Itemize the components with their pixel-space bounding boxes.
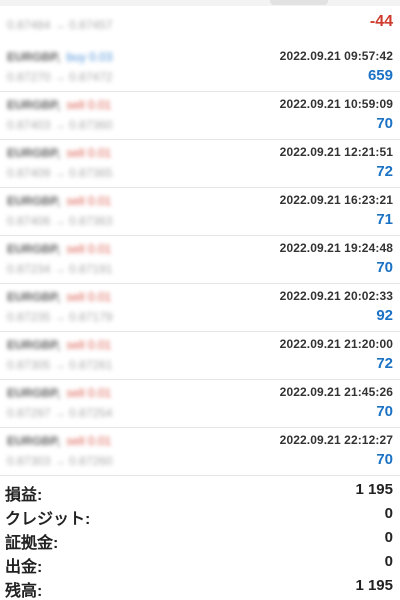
summary-value-profit: 1 195	[355, 481, 393, 498]
trade-direction: sell 0.01	[66, 338, 112, 352]
trade-time: 2022.09.21 21:45:26	[279, 385, 393, 399]
trade-row[interactable]: EURGBP, sell 0.01 0.87403 → 0.87360 2022…	[0, 92, 400, 140]
trade-prices: 0.87270 → 0.87472	[7, 70, 113, 84]
trade-header: EURGBP, sell 0.01	[7, 338, 111, 352]
trade-header: EURGBP, sell 0.01	[7, 242, 111, 256]
summary-row-balance: 残高: 1 195	[0, 573, 400, 600]
trade-direction: sell 0.01	[66, 242, 112, 256]
trade-time: 2022.09.21 22:12:27	[279, 433, 393, 447]
trade-profit: 70	[376, 451, 393, 468]
trade-symbol: EURGBP,	[7, 290, 61, 304]
trade-header: EURGBP, sell 0.01	[7, 194, 111, 208]
scroll-indicator	[270, 0, 328, 5]
summary-value-withdrawal: 0	[384, 553, 393, 570]
trade-profit: 70	[376, 259, 393, 276]
trade-prices: 0.87303 → 0.87260	[7, 454, 113, 468]
trade-row[interactable]: EURGBP, sell 0.01 0.87303 → 0.87260 2022…	[0, 428, 400, 476]
summary-value-margin: 0	[384, 529, 393, 546]
trade-row[interactable]: EURGBP, sell 0.01 0.87409 → 0.87365 2022…	[0, 140, 400, 188]
trade-header: EURGBP, sell 0.01	[7, 290, 111, 304]
summary-label-balance: 残高:	[5, 583, 43, 600]
trade-time: 2022.09.21 09:57:42	[279, 49, 393, 63]
trade-header: EURGBP, buy 0.03	[7, 50, 113, 64]
trade-row[interactable]: EURGBP, buy 0.03 0.87270 → 0.87472 2022.…	[0, 44, 400, 92]
trade-symbol: EURGBP,	[7, 194, 61, 208]
summary-row-margin: 証拠金: 0	[0, 525, 400, 552]
trade-prices: 0.87403 → 0.87360	[7, 118, 113, 132]
trade-list: EURGBP, buy 0.03 0.87270 → 0.87472 2022.…	[0, 44, 400, 476]
trade-time: 2022.09.21 16:23:21	[279, 193, 393, 207]
trade-direction: sell 0.01	[66, 290, 112, 304]
trade-direction: sell 0.01	[66, 98, 112, 112]
trade-profit: 72	[376, 163, 393, 180]
trade-symbol: EURGBP,	[7, 434, 61, 448]
trade-profit: 70	[376, 115, 393, 132]
summary-value-balance: 1 195	[355, 577, 393, 594]
trade-header: EURGBP, sell 0.01	[7, 98, 111, 112]
trade-symbol: EURGBP,	[7, 98, 61, 112]
trade-time: 2022.09.21 20:02:33	[279, 289, 393, 303]
trade-profit: 71	[376, 211, 393, 228]
trade-symbol: EURGBP,	[7, 242, 61, 256]
trade-row[interactable]: EURGBP, sell 0.01 0.87234 → 0.87191 2022…	[0, 236, 400, 284]
trade-symbol: EURGBP,	[7, 50, 61, 64]
trade-prices: 0.87297 → 0.87254	[7, 406, 113, 420]
summary-value-credit: 0	[384, 505, 393, 522]
summary-row-withdrawal: 出金: 0	[0, 549, 400, 576]
trade-header: EURGBP, sell 0.01	[7, 146, 111, 160]
trade-time: 2022.09.21 12:21:51	[279, 145, 393, 159]
trade-direction: sell 0.01	[66, 194, 112, 208]
trade-prices: 0.87305 → 0.87261	[7, 358, 113, 372]
trade-time: 2022.09.21 19:24:48	[279, 241, 393, 255]
trade-row[interactable]: EURGBP, sell 0.01 0.87235 → 0.87179 2022…	[0, 284, 400, 332]
trade-direction: buy 0.03	[66, 50, 113, 64]
account-summary: 損益: 1 195 クレジット: 0 証拠金: 0 出金: 0 残高: 1 19…	[0, 477, 400, 600]
trade-prices: 0.87409 → 0.87365	[7, 166, 113, 180]
trade-prices: 0.87235 → 0.87179	[7, 310, 113, 324]
trade-profit: 92	[376, 307, 393, 324]
trade-profit: 659	[367, 67, 393, 84]
top-edge	[0, 0, 400, 6]
trade-symbol: EURGBP,	[7, 386, 61, 400]
trade-time: 2022.09.21 21:20:00	[279, 337, 393, 351]
trade-header: EURGBP, sell 0.01	[7, 386, 111, 400]
trade-prices: 0.87406 → 0.87363	[7, 214, 113, 228]
trade-header: EURGBP, sell 0.01	[7, 434, 111, 448]
summary-row-credit: クレジット: 0	[0, 501, 400, 528]
trade-direction: sell 0.01	[66, 434, 112, 448]
summary-row-profit: 損益: 1 195	[0, 477, 400, 504]
trade-row-partial[interactable]: 0.87484 → 0.87457 -44	[0, 0, 400, 45]
trade-symbol: EURGBP,	[7, 338, 61, 352]
trade-history-screen: 0.87484 → 0.87457 -44 EURGBP, buy 0.03 0…	[0, 0, 400, 600]
trade-time: 2022.09.21 10:59:09	[279, 97, 393, 111]
trade-symbol: EURGBP,	[7, 146, 61, 160]
trade-prices: 0.87484 → 0.87457	[7, 18, 113, 32]
trade-profit: -44	[369, 13, 393, 30]
trade-profit: 72	[376, 355, 393, 372]
trade-direction: sell 0.01	[66, 386, 112, 400]
trade-row[interactable]: EURGBP, sell 0.01 0.87406 → 0.87363 2022…	[0, 188, 400, 236]
trade-prices: 0.87234 → 0.87191	[7, 262, 113, 276]
trade-row[interactable]: EURGBP, sell 0.01 0.87305 → 0.87261 2022…	[0, 332, 400, 380]
trade-row[interactable]: EURGBP, sell 0.01 0.87297 → 0.87254 2022…	[0, 380, 400, 428]
trade-profit: 70	[376, 403, 393, 420]
trade-direction: sell 0.01	[66, 146, 112, 160]
